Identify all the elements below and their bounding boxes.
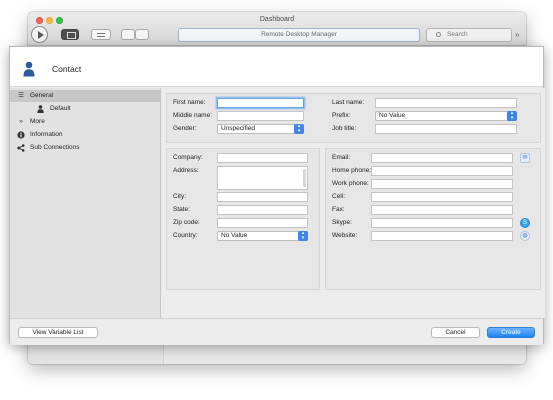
skype-label: Skype:: [332, 219, 352, 226]
window-titlebar: Dashboard Remote Desktop Manager Search …: [28, 12, 526, 46]
country-select[interactable]: No Value ▴ ▾: [217, 231, 308, 241]
search-icon: [436, 32, 441, 37]
contact-icon: [23, 61, 35, 77]
send-email-button[interactable]: ✉: [520, 153, 530, 163]
info-icon: [17, 131, 25, 139]
website-field[interactable]: [371, 231, 513, 241]
city-label: City:: [173, 193, 186, 200]
edit-button[interactable]: [135, 29, 149, 40]
dialog-title: Contact: [52, 64, 82, 74]
email-field[interactable]: [371, 153, 513, 163]
last-name-field[interactable]: [375, 98, 517, 108]
contact-dialog: Contact ☰ General Default » More Informa…: [9, 46, 545, 345]
sidebar-toggle-button[interactable]: [61, 29, 79, 40]
job-title-label: Job title:: [332, 125, 357, 132]
address-panel: Company: Address: City: State: Zip code:…: [166, 148, 320, 290]
create-button[interactable]: Create: [487, 327, 535, 338]
prefix-value: No Value: [379, 112, 406, 119]
person-icon: [37, 105, 44, 113]
name-panel: First name: Middle name: Gender: Unspeci…: [166, 93, 541, 143]
company-field[interactable]: [217, 153, 308, 163]
cell-label: Cell:: [332, 193, 346, 200]
sidebar-item-label: Sub Connections: [30, 144, 80, 151]
sidebar-item-more[interactable]: » More: [10, 116, 160, 128]
connections-icon: [17, 144, 25, 152]
window-title: Dashboard: [259, 16, 295, 23]
view-variable-list-button[interactable]: View Variable List: [18, 327, 98, 338]
search-input[interactable]: Search: [426, 28, 512, 42]
select-arrows-icon: ▴ ▾: [507, 111, 517, 121]
document-button[interactable]: [121, 29, 135, 40]
home-phone-label: Home phone:: [332, 167, 372, 174]
sidebar-item-general[interactable]: ☰ General: [10, 90, 160, 102]
sidebar-item-sub-connections[interactable]: Sub Connections: [10, 142, 160, 154]
dialog-header: Contact: [10, 47, 543, 87]
work-phone-label: Work phone:: [332, 180, 369, 187]
list-view-button[interactable]: [91, 29, 111, 40]
sidebar-item-label: Default: [50, 105, 71, 112]
contact-info-panel: Email: ✉ Home phone: Work phone: Cell: F…: [325, 148, 541, 290]
fax-label: Fax:: [332, 206, 345, 213]
cell-field[interactable]: [371, 192, 513, 202]
play-icon[interactable]: [31, 26, 48, 43]
dialog-footer: View Variable List Cancel Create: [10, 318, 543, 345]
skype-icon: S: [522, 220, 527, 226]
double-chevron-icon: »: [19, 118, 23, 125]
cancel-button[interactable]: Cancel: [431, 327, 480, 338]
skype-button[interactable]: S: [520, 218, 530, 228]
gender-label: Gender:: [173, 125, 197, 132]
skype-field[interactable]: [371, 218, 513, 228]
last-name-label: Last name:: [332, 99, 365, 106]
gender-select[interactable]: Unspecified ▴ ▾: [217, 124, 304, 134]
dialog-sidebar: ☰ General Default » More Information Sub…: [10, 88, 161, 318]
city-field[interactable]: [217, 192, 308, 202]
toolbar-overflow-icon[interactable]: »: [515, 30, 519, 39]
middle-name-label: Middle name:: [173, 112, 213, 119]
prefix-select[interactable]: No Value ▴ ▾: [375, 111, 517, 121]
zip-code-label: Zip code:: [173, 219, 200, 226]
sidebar-item-label: More: [30, 118, 45, 125]
search-placeholder: Search: [447, 31, 468, 38]
list-icon: ☰: [18, 92, 24, 99]
gender-value: Unspecified: [221, 125, 255, 132]
website-label: Website:: [332, 232, 358, 239]
address-bar[interactable]: Remote Desktop Manager: [178, 28, 420, 42]
open-website-button[interactable]: ◍: [520, 231, 530, 241]
address-label: Address:: [173, 167, 199, 174]
prefix-label: Prefix:: [332, 112, 351, 119]
state-field[interactable]: [217, 205, 308, 215]
middle-name-field[interactable]: [217, 111, 304, 121]
select-arrows-icon: ▴ ▾: [298, 231, 308, 241]
company-label: Company:: [173, 154, 203, 161]
sidebar-item-information[interactable]: Information: [10, 129, 160, 141]
state-label: State:: [173, 206, 190, 213]
home-phone-field[interactable]: [371, 166, 513, 176]
sidebar-item-label: Information: [30, 131, 63, 138]
sidebar-item-default[interactable]: Default: [10, 103, 160, 115]
job-title-field[interactable]: [375, 124, 517, 134]
scrollbar[interactable]: [303, 169, 306, 187]
dialog-content: First name: Middle name: Gender: Unspeci…: [162, 88, 545, 318]
globe-icon: ◍: [522, 233, 528, 239]
select-arrows-icon: ▴ ▾: [294, 124, 304, 134]
first-name-field[interactable]: [217, 98, 304, 108]
list-icon: [97, 33, 105, 37]
envelope-icon: ✉: [522, 155, 528, 161]
email-label: Email:: [332, 154, 351, 161]
country-label: Country:: [173, 232, 198, 239]
fax-field[interactable]: [371, 205, 513, 215]
address-field[interactable]: [217, 166, 308, 190]
country-value: No Value: [221, 232, 248, 239]
zip-code-field[interactable]: [217, 218, 308, 228]
work-phone-field[interactable]: [371, 179, 513, 189]
first-name-label: First name:: [173, 99, 206, 106]
sidebar-item-label: General: [30, 92, 54, 99]
